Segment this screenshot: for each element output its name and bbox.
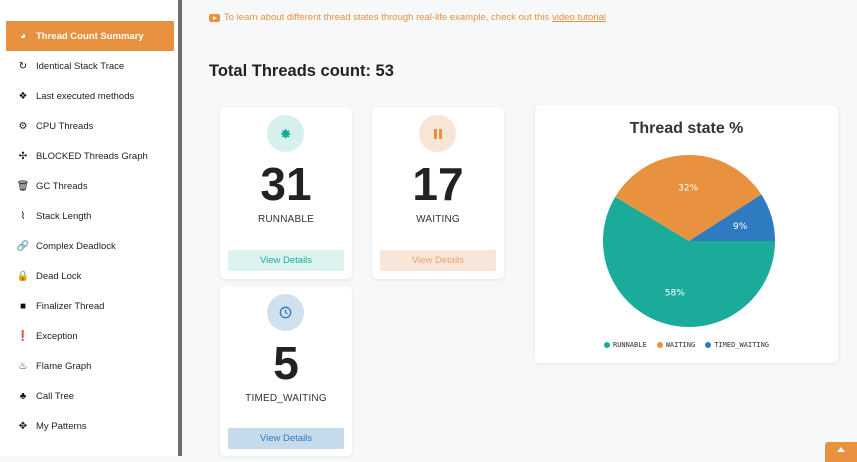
graph-icon: ✣ [16, 149, 30, 163]
sidebar-item-last-executed-methods[interactable]: ❖ Last executed methods [6, 81, 174, 111]
runnable-card: 31 RUNNABLE View Details [220, 107, 352, 279]
trash-icon: 🗑 [16, 179, 30, 193]
sidebar: ◕ Thread Count Summary ↻ Identical Stack Tr… [0, 0, 182, 456]
legend-item-waiting[interactable]: WAITING [657, 341, 696, 349]
sidebar-item-label: Flame Graph [36, 361, 91, 372]
chart-legend: RUNNABLE WAITING TIMED_WAITING [535, 341, 838, 349]
sidebar-item-blocked-threads-graph[interactable]: ✣ BLOCKED Threads Graph [6, 141, 174, 171]
youtube-icon [209, 14, 220, 22]
legend-item-runnable[interactable]: RUNNABLE [604, 341, 647, 349]
waiting-count: 17 [372, 157, 504, 211]
scroll-top-button[interactable] [825, 442, 857, 462]
timed-waiting-label: TIMED_WAITING [220, 393, 352, 404]
notice-text: To learn about different thread states t… [224, 12, 549, 23]
sidebar-item-flame-graph[interactable]: ♨ Flame Graph [6, 351, 174, 381]
sidebar-item-label: BLOCKED Threads Graph [36, 151, 148, 162]
total-threads-heading: Total Threads count: 53 [209, 62, 394, 81]
sidebar-item-exception[interactable]: ❗ Exception [6, 321, 174, 351]
thread-state-chart-card: Thread state % 58%32%9% RUNNABLEWAITINGT… [535, 105, 838, 363]
sidebar-item-call-tree[interactable]: ♣ Call Tree [6, 381, 174, 411]
refresh-icon: ↻ [16, 59, 30, 73]
timed-waiting-count: 5 [220, 336, 352, 390]
tree-icon: ♣ [16, 389, 30, 403]
timed-waiting-card: 5 TIMED_WAITING View Details [220, 286, 352, 456]
sidebar-item-thread-count-summary[interactable]: ◕ Thread Count Summary [6, 21, 174, 51]
waiting-view-details-button[interactable]: View Details [380, 250, 496, 271]
gears-icon: ⚙ [16, 119, 30, 133]
sidebar-item-label: Identical Stack Trace [36, 61, 124, 72]
runnable-view-details-button[interactable]: View Details [228, 250, 344, 271]
waiting-label: WAITING [372, 214, 504, 225]
main-content: To learn about different thread states t… [182, 0, 857, 456]
legend-swatch [657, 342, 663, 348]
legend-label: TIMED_WAITING [714, 341, 769, 349]
sidebar-item-label: Call Tree [36, 391, 74, 402]
timed-waiting-view-details-button[interactable]: View Details [228, 428, 344, 449]
legend-swatch [604, 342, 610, 348]
sidebar-item-label: Exception [36, 331, 78, 342]
sidebar-item-label: CPU Threads [36, 121, 93, 132]
sidebar-item-identical-stack-trace[interactable]: ↻ Identical Stack Trace [6, 51, 174, 81]
sidebar-item-label: My Patterns [36, 421, 87, 432]
runnable-count: 31 [220, 157, 352, 211]
sidebar-item-gc-threads[interactable]: 🗑 GC Threads [6, 171, 174, 201]
exclamation-icon: ❗ [16, 329, 30, 343]
legend-label: WAITING [666, 341, 696, 349]
puzzle-icon: ✥ [16, 419, 30, 433]
runnable-label: RUNNABLE [220, 214, 352, 225]
dashboard-icon: ◕ [16, 29, 30, 43]
clock-icon [267, 294, 304, 331]
sidebar-item-dead-lock[interactable]: 🔒 Dead Lock [6, 261, 174, 291]
pause-icon [419, 115, 456, 152]
sidebar-item-label: Finalizer Thread [36, 301, 104, 312]
sidebar-item-complex-deadlock[interactable]: 🔗 Complex Deadlock [6, 231, 174, 261]
tutorial-notice: To learn about different thread states t… [209, 12, 606, 23]
lock-icon: 🔒 [16, 269, 30, 283]
sidebar-item-cpu-threads[interactable]: ⚙ CPU Threads [6, 111, 174, 141]
pie-label-timed-waiting: 9% [733, 222, 748, 232]
sidebar-item-my-patterns[interactable]: ✥ My Patterns [6, 411, 174, 441]
stairs-icon: ⌇ [16, 209, 30, 223]
sidebar-item-finalizer-thread[interactable]: ■ Finalizer Thread [6, 291, 174, 321]
link-icon: 🔗 [16, 239, 30, 253]
video-tutorial-link[interactable]: video tutorial [552, 12, 606, 23]
sidebar-item-stack-length[interactable]: ⌇ Stack Length [6, 201, 174, 231]
fire-icon: ♨ [16, 359, 30, 373]
cubes-icon: ❖ [16, 89, 30, 103]
sidebar-item-label: Last executed methods [36, 91, 134, 102]
sidebar-item-label: Stack Length [36, 211, 91, 222]
square-icon: ■ [16, 299, 30, 313]
sidebar-item-label: Complex Deadlock [36, 241, 116, 252]
waiting-card: 17 WAITING View Details [372, 107, 504, 279]
thread-state-pie-chart: 58% 32% 9% [535, 105, 838, 363]
legend-label: RUNNABLE [613, 341, 647, 349]
sidebar-item-label: GC Threads [36, 181, 88, 192]
legend-swatch [705, 342, 711, 348]
pie-label-waiting: 32% [678, 184, 698, 194]
legend-item-timed-waiting[interactable]: TIMED_WAITING [705, 341, 769, 349]
gear-icon [267, 115, 304, 152]
sidebar-item-label: Dead Lock [36, 271, 81, 282]
pie-label-runnable: 58% [665, 288, 685, 298]
sidebar-item-label: Thread Count Summary [36, 31, 144, 42]
